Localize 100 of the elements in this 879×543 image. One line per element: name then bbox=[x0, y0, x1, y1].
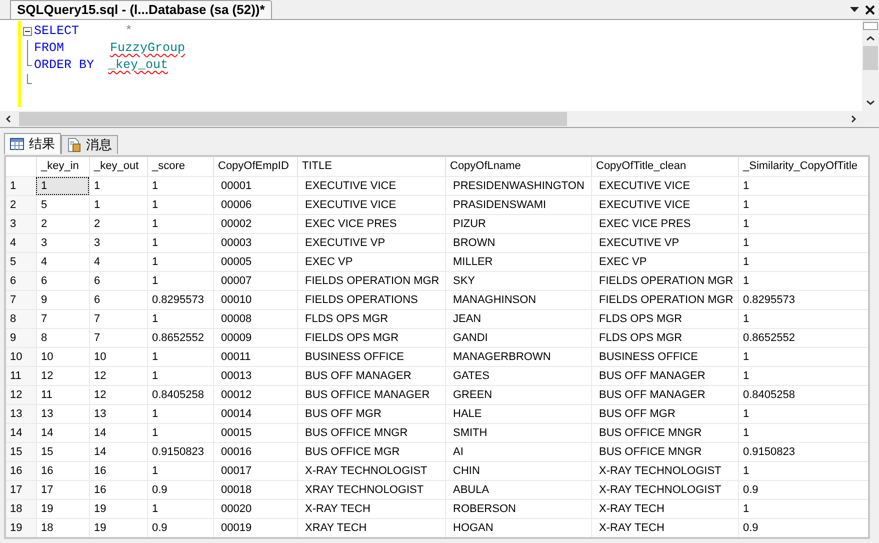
column-header[interactable]: _key_in bbox=[36, 157, 89, 176]
table-cell: 14 bbox=[89, 443, 147, 461]
table-cell: X-RAY TECHNOLOGIST bbox=[591, 462, 738, 480]
horizontal-scrollbar[interactable] bbox=[0, 111, 862, 127]
table-cell: 16 bbox=[89, 462, 147, 480]
document-icon bbox=[67, 138, 81, 152]
row-number[interactable]: 5 bbox=[6, 253, 36, 271]
collapse-icon[interactable] bbox=[23, 27, 32, 36]
scrollbar-thumb[interactable] bbox=[19, 112, 567, 126]
column-header[interactable]: CopyOfTitle_clean bbox=[591, 157, 738, 176]
table-cell: 19 bbox=[89, 500, 147, 518]
splitter-handle[interactable] bbox=[863, 22, 878, 30]
column-header[interactable]: _score bbox=[147, 157, 213, 176]
column-header[interactable]: _Similarity_CopyOfTitle bbox=[738, 157, 865, 176]
table-cell: 1 bbox=[89, 177, 147, 195]
table-cell: BUS OFF MANAGER bbox=[591, 386, 738, 404]
column-header[interactable]: _key_out bbox=[89, 157, 147, 176]
row-number[interactable]: 17 bbox=[6, 481, 36, 499]
table-cell: 00001 bbox=[213, 177, 297, 195]
row-number[interactable]: 4 bbox=[6, 234, 36, 252]
vertical-scrollbar[interactable] bbox=[862, 20, 879, 127]
row-number[interactable]: 6 bbox=[6, 272, 36, 290]
table-cell: 1 bbox=[738, 462, 865, 480]
table-cell: PRASIDENSWAMI bbox=[445, 196, 591, 214]
table-cell: MANAGERBROWN bbox=[445, 348, 591, 366]
table-cell: FIELDS OPERATION MGR bbox=[591, 272, 738, 290]
table-cell: 4 bbox=[36, 253, 89, 271]
table-cell: 19 bbox=[36, 500, 89, 518]
table-cell: EXECUTIVE VICE bbox=[591, 177, 738, 195]
table-cell: 14 bbox=[36, 424, 89, 442]
column-header[interactable]: TITLE bbox=[297, 157, 445, 176]
table-cell: 3 bbox=[36, 234, 89, 252]
table-cell: 1 bbox=[89, 196, 147, 214]
dropdown-icon[interactable] bbox=[850, 7, 859, 12]
row-number[interactable]: 9 bbox=[6, 329, 36, 347]
row-number[interactable]: 2 bbox=[6, 196, 36, 214]
table-cell: 0.9 bbox=[738, 481, 865, 499]
table-cell: X-RAY TECHNOLOGIST bbox=[591, 481, 738, 499]
result-tab[interactable]: 结果 bbox=[4, 133, 61, 154]
table-cell: EXEC VP bbox=[591, 253, 738, 271]
row-number[interactable]: 1 bbox=[6, 177, 36, 195]
table-cell: 1 bbox=[738, 424, 865, 442]
table-cell: BUSINESS OFFICE bbox=[297, 348, 445, 366]
table-cell: 1 bbox=[147, 272, 213, 290]
table-cell: 00003 bbox=[213, 234, 297, 252]
table-cell: 0.9 bbox=[147, 519, 213, 537]
table-cell: 12 bbox=[89, 367, 147, 385]
table-cell: X-RAY TECH bbox=[591, 519, 738, 537]
row-number[interactable]: 8 bbox=[6, 310, 36, 328]
row-number[interactable]: 3 bbox=[6, 215, 36, 233]
table-cell: 18 bbox=[36, 519, 89, 537]
table-cell: BUS OFF MGR bbox=[591, 405, 738, 423]
column-header[interactable]: CopyOfLname bbox=[445, 157, 591, 176]
table-cell: 0.9150823 bbox=[738, 443, 865, 461]
table-cell: 1 bbox=[147, 348, 213, 366]
table-cell: 1 bbox=[738, 234, 865, 252]
grid-icon bbox=[10, 138, 24, 150]
table-cell: GANDI bbox=[445, 329, 591, 347]
row-number[interactable]: 19 bbox=[6, 519, 36, 537]
sql-keyword: FROM bbox=[34, 40, 64, 57]
table-cell: 4 bbox=[89, 253, 147, 271]
row-number[interactable]: 13 bbox=[6, 405, 36, 423]
table-cell: 19 bbox=[89, 519, 147, 537]
table-cell: 1 bbox=[738, 500, 865, 518]
table-cell: 00006 bbox=[213, 196, 297, 214]
table-cell: 16 bbox=[89, 481, 147, 499]
row-number[interactable]: 18 bbox=[6, 500, 36, 518]
table-cell: 0.8295573 bbox=[147, 291, 213, 309]
table-cell: 1 bbox=[147, 405, 213, 423]
document-tab[interactable]: SQLQuery15.sql - (l...Database (sa (52))* bbox=[10, 0, 272, 19]
table-cell: 10 bbox=[36, 348, 89, 366]
table-cell: BUS OFFICE MGR bbox=[297, 443, 445, 461]
table-cell: 13 bbox=[36, 405, 89, 423]
table-cell: 12 bbox=[89, 386, 147, 404]
table-cell: 00019 bbox=[213, 519, 297, 537]
table-cell: 1 bbox=[147, 310, 213, 328]
table-cell: 00018 bbox=[213, 481, 297, 499]
row-number[interactable]: 14 bbox=[6, 424, 36, 442]
table-cell: EXECUTIVE VICE bbox=[297, 196, 445, 214]
scrollbar-thumb[interactable] bbox=[863, 46, 878, 70]
table-cell: 1 bbox=[147, 196, 213, 214]
table-cell: 2 bbox=[89, 215, 147, 233]
row-number[interactable]: 11 bbox=[6, 367, 36, 385]
row-number[interactable]: 15 bbox=[6, 443, 36, 461]
column-header[interactable]: CopyOfEmpID bbox=[213, 157, 297, 176]
result-tab[interactable]: 消息 bbox=[61, 135, 118, 154]
table-cell: AI bbox=[445, 443, 591, 461]
table-cell: EXEC VICE PRES bbox=[297, 215, 445, 233]
table-cell: 00008 bbox=[213, 310, 297, 328]
table-cell: 13 bbox=[89, 405, 147, 423]
table-cell: EXEC VP bbox=[297, 253, 445, 271]
row-number[interactable]: 12 bbox=[6, 386, 36, 404]
table-cell: MILLER bbox=[445, 253, 591, 271]
close-icon[interactable] bbox=[865, 5, 875, 15]
table-cell: FIELDS OPERATIONS bbox=[297, 291, 445, 309]
row-number[interactable]: 16 bbox=[6, 462, 36, 480]
row-number[interactable]: 10 bbox=[6, 348, 36, 366]
row-number[interactable]: 7 bbox=[6, 291, 36, 309]
table-cell: 1 bbox=[147, 424, 213, 442]
table-cell: 00013 bbox=[213, 367, 297, 385]
